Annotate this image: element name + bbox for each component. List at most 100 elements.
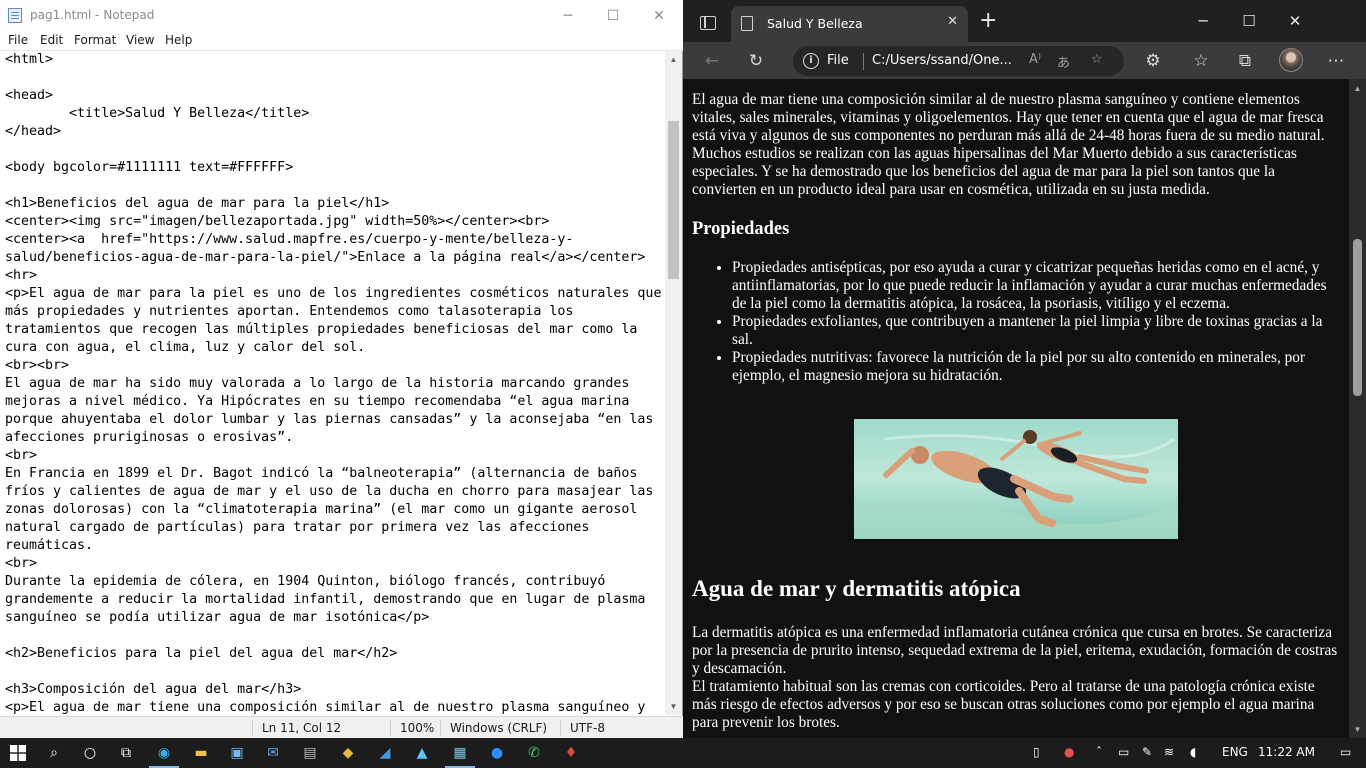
- code-line: <br><br>: [5, 358, 70, 373]
- tab-close-icon[interactable]: ✕: [947, 14, 958, 29]
- scroll-down-arrow-icon[interactable]: ▼: [1349, 722, 1366, 736]
- code-line: <title>Salud Y Belleza</title>: [5, 106, 310, 121]
- browser-window: Salud Y Belleza ✕ + ─ ☐ ✕ ← ↻ i File C:/…: [683, 0, 1366, 738]
- menu-format[interactable]: Format: [74, 33, 116, 47]
- code-line: <br>: [5, 448, 38, 463]
- notification-app-icon[interactable]: ●: [1064, 745, 1074, 759]
- browser-toolbar: ← ↻ i File C:/Users/ssand/One... A⁾ あ ☆ …: [683, 42, 1366, 79]
- properties-list: Propiedades antisépticas, por eso ayuda …: [732, 259, 1340, 385]
- code-line: salud/beneficios-agua-de-mar-para-la-pie…: [5, 250, 646, 265]
- zoom-icon[interactable]: ●: [486, 743, 508, 763]
- pen-icon[interactable]: ✎: [1142, 745, 1152, 759]
- zoom-level: 100%: [400, 721, 435, 735]
- language-indicator[interactable]: ENG: [1222, 745, 1248, 759]
- search-icon[interactable]: ⌕: [43, 743, 65, 763]
- code-line: <p>El agua de mar para la piel es uno de…: [5, 286, 662, 301]
- list-item: Propiedades nutritivas: favorece la nutr…: [732, 349, 1340, 385]
- profile-avatar[interactable]: [1279, 48, 1303, 72]
- notepad-taskbar-icon[interactable]: ▦: [449, 743, 471, 763]
- close-button[interactable]: ✕: [636, 0, 682, 31]
- tab-salud-y-belleza[interactable]: Salud Y Belleza ✕: [731, 6, 968, 42]
- list-item: Propiedades antisépticas, por eso ayuda …: [732, 259, 1340, 313]
- collections-icon[interactable]: ⧉: [1232, 49, 1258, 73]
- browser-minimize-button[interactable]: ─: [1180, 8, 1226, 34]
- page-favicon-icon: [741, 16, 753, 31]
- properties-heading: Propiedades: [692, 219, 790, 239]
- code-line: <h1>Beneficios del agua de mar para la p…: [5, 196, 390, 211]
- code-line: fríos y calientes de agua de mar y el us…: [5, 484, 654, 499]
- code-line: afecciones pruriginosas o erosivas”.: [5, 430, 294, 445]
- control-panel-icon[interactable]: ▤: [299, 743, 321, 763]
- app-icon[interactable]: ♦: [560, 743, 582, 763]
- notepad-titlebar[interactable]: pag1.html - Notepad ─ ☐ ✕: [0, 0, 683, 31]
- composition-paragraph: El agua de mar tiene una composición sim…: [692, 91, 1325, 198]
- show-hidden-icons-icon[interactable]: ˆ: [1096, 745, 1102, 759]
- address-url[interactable]: C:/Users/ssand/One...: [872, 53, 1012, 68]
- notifications-icon[interactable]: ▭: [1340, 745, 1351, 759]
- task-view-icon[interactable]: ⧉: [115, 743, 137, 763]
- scrollbar-thumb[interactable]: [1353, 239, 1362, 396]
- browser-vertical-scrollbar[interactable]: ▲ ▼: [1349, 79, 1366, 738]
- menu-help[interactable]: Help: [165, 33, 192, 47]
- edge-icon[interactable]: ◉: [153, 743, 175, 763]
- app-icon[interactable]: ◆: [337, 743, 359, 763]
- menu-file[interactable]: File: [8, 33, 28, 47]
- app-icon[interactable]: ▲: [411, 743, 433, 763]
- status-divider: [390, 720, 391, 736]
- volume-icon[interactable]: ◖: [1190, 745, 1196, 759]
- translate-icon[interactable]: あ: [1057, 52, 1070, 71]
- add-favorite-icon[interactable]: ☆: [1091, 52, 1103, 67]
- windows-taskbar: ⌕ ○ ⧉ ◉ ▬ ▣ ✉ ▤ ◆ ◢ ▲ ▦ ● ✆ ♦ ▯ ● ˆ ▭ ✎ …: [0, 738, 1366, 768]
- code-line: natural cargado de partículas) para trat…: [5, 520, 590, 535]
- menu-edit[interactable]: Edit: [40, 33, 63, 47]
- code-line: <p>El agua de mar tiene una composición …: [5, 700, 646, 715]
- address-bar[interactable]: i File C:/Users/ssand/One... A⁾ あ ☆: [793, 46, 1124, 76]
- read-aloud-icon[interactable]: A⁾: [1029, 52, 1041, 67]
- mail-icon[interactable]: ✉: [262, 743, 284, 763]
- browser-close-button[interactable]: ✕: [1272, 8, 1318, 34]
- code-line: <center><a href="https://www.salud.mapfr…: [5, 232, 574, 247]
- site-info-icon[interactable]: i: [803, 53, 819, 69]
- more-options-icon[interactable]: ⋯: [1323, 49, 1349, 73]
- cortana-icon[interactable]: ○: [79, 743, 101, 763]
- scroll-down-arrow-icon[interactable]: ▼: [665, 698, 682, 715]
- code-line: porque ahuyentaba el dolor lumbar y las …: [5, 412, 654, 427]
- scroll-up-arrow-icon[interactable]: ▲: [665, 51, 682, 68]
- code-line: </head>: [5, 124, 62, 139]
- tab-title: Salud Y Belleza: [767, 16, 863, 31]
- notepad-vertical-scrollbar[interactable]: ▲ ▼: [665, 51, 682, 715]
- dermatitis-paragraph: La dermatitis atópica es una enfermedad …: [692, 624, 1342, 732]
- photos-icon[interactable]: ▣: [226, 743, 248, 763]
- menu-view[interactable]: View: [126, 33, 154, 47]
- address-divider: [863, 53, 864, 70]
- favorites-icon[interactable]: ☆: [1188, 49, 1214, 73]
- battery-icon[interactable]: ▯: [1033, 745, 1040, 759]
- network-icon[interactable]: ▭: [1118, 745, 1129, 759]
- notepad-text-area[interactable]: <html> <head> <title>Salud Y Belleza</tit…: [5, 51, 665, 715]
- browser-tab-bar: Salud Y Belleza ✕ + ─ ☐ ✕: [683, 0, 1366, 42]
- tab-actions-icon[interactable]: [700, 16, 716, 30]
- whatsapp-icon[interactable]: ✆: [523, 743, 545, 763]
- new-tab-button[interactable]: +: [979, 10, 997, 32]
- minimize-button[interactable]: ─: [545, 0, 591, 31]
- maximize-button[interactable]: ☐: [590, 0, 636, 31]
- back-arrow-icon[interactable]: ←: [699, 49, 725, 73]
- code-line: En Francia en 1899 el Dr. Bagot indicó l…: [5, 466, 638, 481]
- scroll-up-arrow-icon[interactable]: ▲: [1349, 81, 1366, 95]
- start-windows-icon[interactable]: [7, 743, 29, 763]
- status-divider: [560, 720, 561, 736]
- wifi-icon[interactable]: ≋: [1164, 745, 1174, 759]
- cursor-position: Ln 11, Col 12: [262, 721, 342, 735]
- extensions-icon[interactable]: ⚙: [1140, 49, 1166, 73]
- code-line: sanguíneo se podía utilizar agua de mar …: [5, 610, 430, 625]
- refresh-icon[interactable]: ↻: [743, 49, 769, 73]
- scrollbar-thumb[interactable]: [668, 121, 679, 279]
- code-line: <br>: [5, 556, 38, 571]
- notepad-window: pag1.html - Notepad ─ ☐ ✕ File Edit Form…: [0, 0, 683, 738]
- clock[interactable]: 11:22 AM: [1258, 745, 1315, 759]
- file-explorer-icon[interactable]: ▬: [190, 743, 212, 763]
- vscode-icon[interactable]: ◢: [374, 743, 396, 763]
- browser-maximize-button[interactable]: ☐: [1226, 8, 1272, 34]
